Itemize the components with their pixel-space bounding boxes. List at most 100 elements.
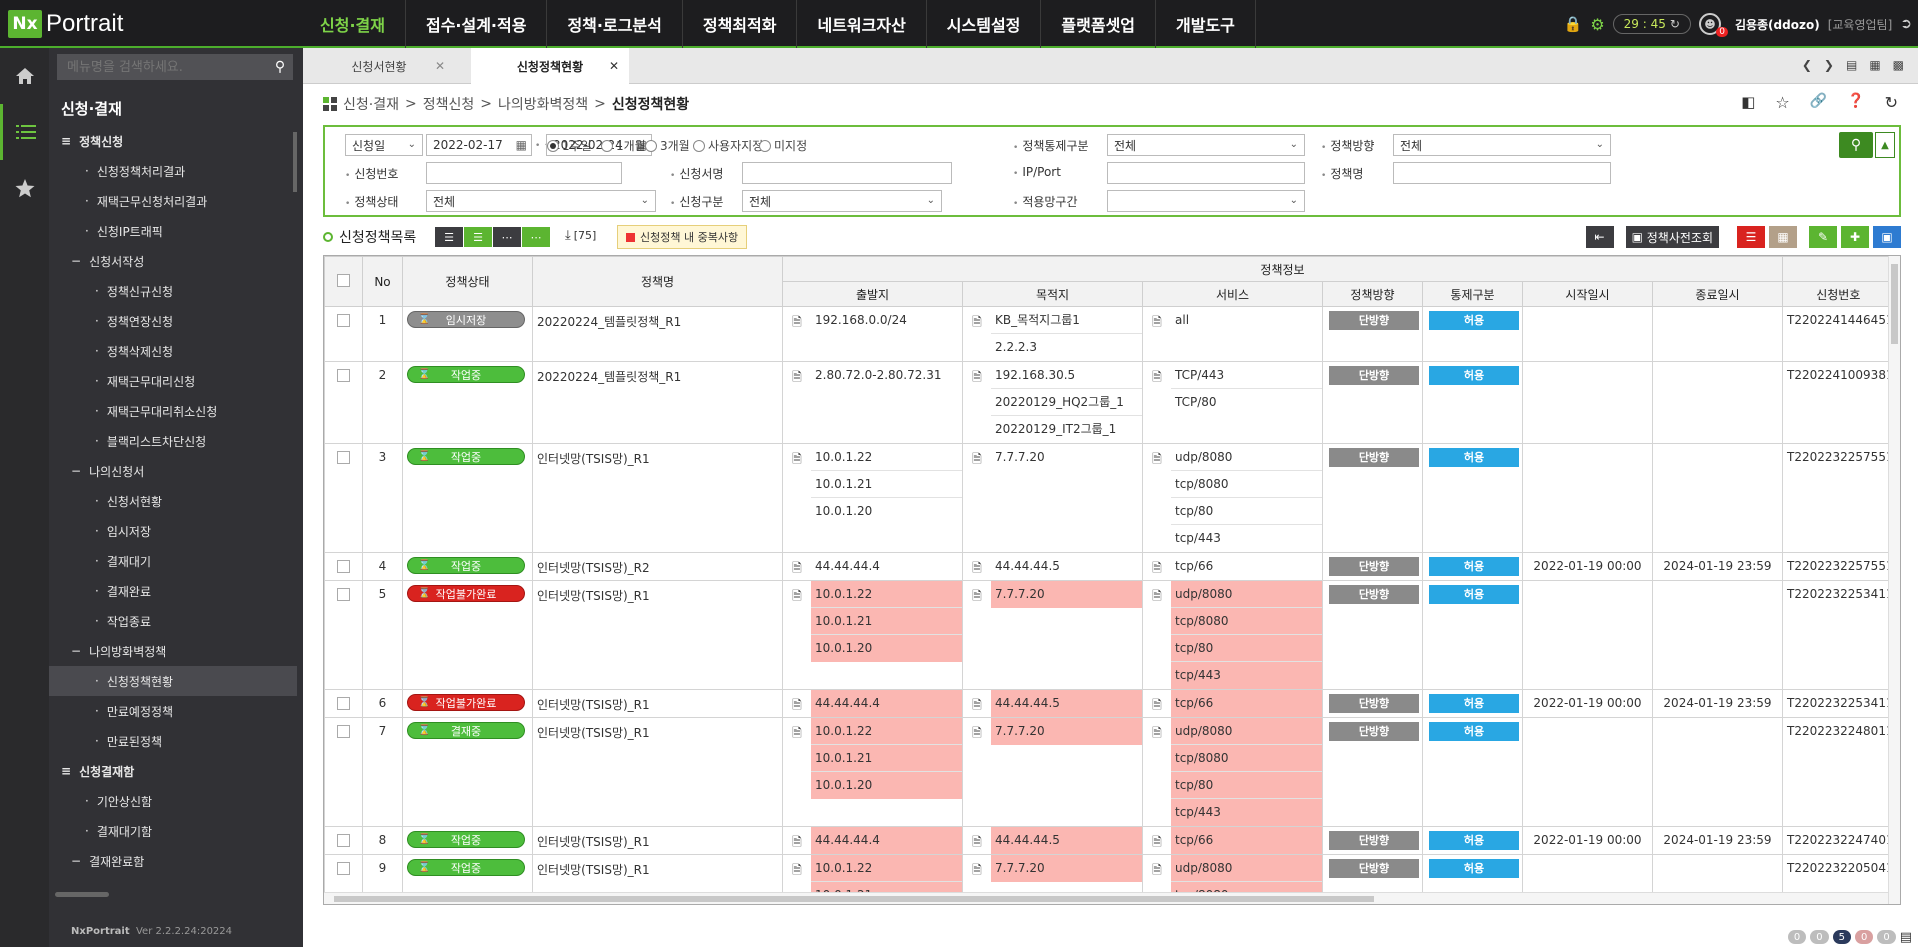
sidebar-item[interactable]: · 결재대기	[49, 546, 297, 576]
view-grid-button[interactable]: ⋯	[493, 227, 521, 247]
document-icon[interactable]: 🗎	[783, 718, 811, 799]
table-row[interactable]: 5 ⌛ 작업불가완료 인터넷망(TSIS망)_R1 🗎 10.0.1.22 10.0.1.2…	[324, 580, 1895, 690]
document-icon[interactable]: 🗎	[783, 581, 811, 662]
table-row[interactable]: 7 ⌛ 결재중 인터넷망(TSIS망)_R1 🗎 10.0.1.22 10.0.1.21 10…	[324, 717, 1895, 827]
document-icon[interactable]: 🗎	[1143, 444, 1171, 552]
request-no[interactable]: T2202232247401	[1782, 826, 1895, 855]
table-row[interactable]: 6 ⌛ 작업불가완료 인터넷망(TSIS망)_R1 🗎 44.44.44.4 🗎 44.44.…	[324, 689, 1895, 718]
remove-policy-button[interactable]: ☰	[1737, 226, 1765, 248]
request-no[interactable]: T2202232257551	[1782, 443, 1895, 553]
grid-h-scrollbar[interactable]	[324, 892, 1888, 904]
top-menu-item[interactable]: 개발도구	[1156, 0, 1256, 48]
download-button[interactable]: ⤓ [75]	[565, 228, 596, 243]
document-icon[interactable]: 🗎	[783, 690, 811, 717]
refresh-icon[interactable]: ↻	[1670, 17, 1680, 31]
document-icon[interactable]: 🗎	[1143, 553, 1171, 580]
tab-policy-status[interactable]: 신청정책현황 ✕	[471, 48, 629, 84]
document-icon[interactable]: 🗎	[963, 553, 991, 580]
sidebar-item[interactable]: · 재택근무대리신청	[49, 366, 297, 396]
tab-request-status[interactable]: 신청서현황 ✕	[303, 48, 455, 84]
document-icon[interactable]: 🗎	[963, 855, 991, 882]
col-control[interactable]: 통제구분	[1422, 281, 1523, 307]
chevron-right-icon[interactable]: ❯	[1824, 58, 1834, 72]
sidebar-item[interactable]: · 만료예정정책	[49, 696, 297, 726]
view-compact-button[interactable]: ☰	[464, 227, 492, 247]
sidebar-item[interactable]: ≡ 신청결재함	[49, 756, 297, 786]
top-menu-item[interactable]: 네트워크자산	[797, 0, 927, 48]
sidebar-item[interactable]: · 정책신규신청	[49, 276, 297, 306]
avatar[interactable]: ☻ 0	[1698, 13, 1728, 37]
sidebar-item[interactable]: · 정책삭제신청	[49, 336, 297, 366]
period-radio[interactable]: 3개월	[645, 137, 690, 154]
policy-name[interactable]: 20220224_템플릿정책_R1	[532, 361, 783, 444]
policy-name[interactable]: 인터넷망(TSIS망)_R2	[532, 552, 783, 581]
policy-name-input[interactable]	[1393, 162, 1611, 184]
home-icon[interactable]	[0, 48, 49, 104]
logout-icon[interactable]: ➲	[1900, 16, 1912, 32]
request-no[interactable]: T2202232253411	[1782, 580, 1895, 690]
grid-v-thumb[interactable]	[1891, 264, 1898, 344]
session-timer[interactable]: 29 : 45 ↻	[1612, 14, 1691, 34]
status-counter[interactable]: 0	[1854, 930, 1874, 944]
period-radio[interactable]: 미지정	[759, 137, 807, 154]
row-checkbox[interactable]	[337, 369, 350, 382]
request-name-input[interactable]	[742, 162, 952, 184]
back-button[interactable]: ⇤	[1585, 226, 1614, 248]
sidebar-item[interactable]: · 기안상신함	[49, 786, 297, 816]
help-icon[interactable]: ❓	[1847, 93, 1864, 112]
precheck-button[interactable]: ▣ 정책사전조회	[1625, 226, 1719, 248]
request-no[interactable]: T2202232253411	[1782, 689, 1895, 718]
windows-icon[interactable]: ▦	[1869, 58, 1880, 72]
period-radio[interactable]: 1주일	[547, 137, 592, 154]
link-icon[interactable]: 🔗	[1810, 93, 1827, 112]
sidebar-item[interactable]: − 결재완료함	[49, 846, 297, 876]
ipport-input[interactable]	[1107, 162, 1305, 184]
sidebar-item[interactable]: · 결재대기함	[49, 816, 297, 846]
duplicate-check-button[interactable]: 신청정책 내 중복사항	[617, 225, 748, 249]
col-end[interactable]: 종료일시	[1652, 281, 1783, 307]
sidebar-item[interactable]: − 나의신청서	[49, 456, 297, 486]
collapse-filter-button[interactable]: ▲	[1875, 132, 1895, 158]
period-radio[interactable]: 사용자지정	[693, 137, 763, 154]
edit-policy-button[interactable]: ✎	[1809, 226, 1837, 248]
grid-v-scrollbar[interactable]	[1888, 256, 1900, 904]
document-icon[interactable]: 🗎	[783, 362, 811, 389]
favorite-star-icon[interactable]	[0, 160, 49, 216]
status-counter[interactable]: 5	[1832, 930, 1851, 944]
direction-select[interactable]: 전체 ⌄	[1393, 134, 1611, 156]
copy-policy-button[interactable]: ▣	[1873, 226, 1901, 248]
row-checkbox[interactable]	[337, 725, 350, 738]
sidebar-item[interactable]: − 나의방화벽정책	[49, 636, 297, 666]
sidebar-h-scrollbar[interactable]	[55, 892, 109, 897]
col-start[interactable]: 시작일시	[1522, 281, 1653, 307]
breadcrumb-item[interactable]: 정책신청	[423, 94, 475, 114]
menu-list-icon[interactable]	[0, 104, 49, 160]
sidebar-item[interactable]: · 블랙리스트차단신청	[49, 426, 297, 456]
policy-name[interactable]: 20220224_템플릿정책_R1	[532, 306, 783, 362]
sidebar-item[interactable]: · 신청정책처리결과	[49, 156, 297, 186]
document-icon[interactable]: 🗎	[783, 553, 811, 580]
row-checkbox[interactable]	[337, 862, 350, 875]
sidebar-item[interactable]: · 신청서현황	[49, 486, 297, 516]
select-all-checkbox[interactable]	[337, 273, 350, 287]
document-icon[interactable]: 🗎	[783, 307, 811, 334]
menu-search-input[interactable]	[57, 59, 267, 75]
document-icon[interactable]: 🗎	[963, 827, 991, 854]
user-name[interactable]: 김용종(ddozo)	[1735, 16, 1820, 33]
request-type-select[interactable]: 전체 ⌄	[742, 190, 942, 212]
sidebar-item[interactable]: · 신청정책현황	[49, 666, 297, 696]
request-no[interactable]: T2202241009381	[1782, 361, 1895, 444]
date-type-select[interactable]: 신청일 ⌄	[345, 134, 423, 156]
document-icon[interactable]: 🗎	[963, 718, 991, 745]
table-row[interactable]: 2 ⌛ 작업중 20220224_템플릿정책_R1 🗎 2.80.72.0-2.80.72…	[324, 361, 1895, 444]
status-counter[interactable]: 0	[1810, 930, 1829, 944]
col-policy-name[interactable]: 정책명	[532, 256, 783, 307]
col-direction[interactable]: 정책방향	[1322, 281, 1423, 307]
document-icon[interactable]: 🗎	[963, 307, 991, 361]
table-row[interactable]: 3 ⌛ 작업중 인터넷망(TSIS망)_R1 🗎 10.0.1.22 10.0.1.21 10…	[324, 443, 1895, 553]
row-checkbox[interactable]	[337, 451, 350, 464]
col-request-no[interactable]: 신청번호	[1782, 281, 1895, 307]
tiles-icon[interactable]: ▩	[1893, 58, 1904, 72]
policy-name[interactable]: 인터넷망(TSIS망)_R1	[532, 443, 783, 553]
calendar-icon[interactable]: ▦	[516, 138, 527, 152]
